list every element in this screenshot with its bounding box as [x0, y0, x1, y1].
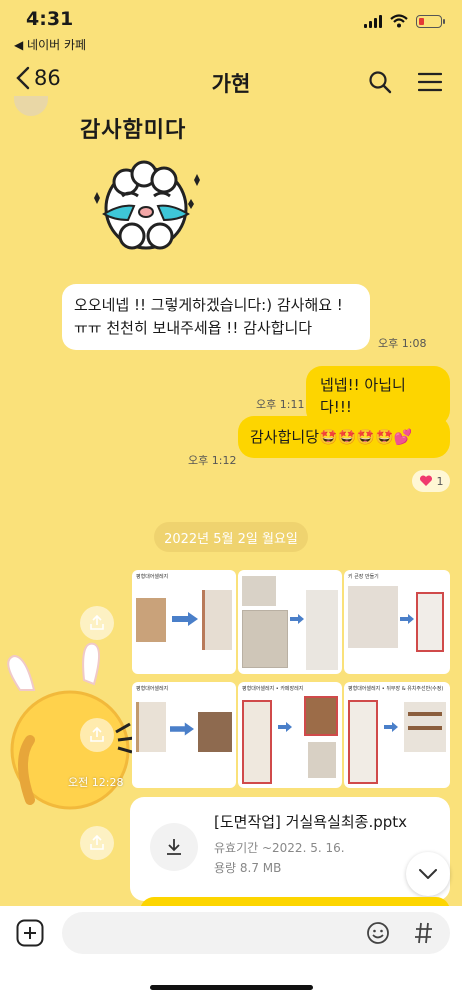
- heart-icon: [419, 475, 432, 486]
- photo-grid: 평형대어셀레지 키 큰장 만들기 평형대어셀레지 평형대어셀레지 • 카페장레지…: [132, 570, 450, 788]
- slide-title: 키 큰장 만들기: [348, 574, 379, 580]
- scroll-to-bottom-button[interactable]: [406, 852, 450, 896]
- slide-title: 평형대어셀레지: [136, 686, 169, 692]
- status-icons: [364, 14, 445, 28]
- reaction-badge[interactable]: 1: [412, 470, 450, 492]
- photo-time: 오전 12:28: [68, 776, 124, 789]
- file-name: [도면작업] 거실욕실최종.pptx: [214, 813, 408, 831]
- slide-title: 평형대어셀레지: [136, 574, 169, 580]
- photo-thumbnail[interactable]: 평형대어셀레지 • 뒤부장 & 유치주선반(수정): [344, 682, 450, 788]
- search-icon[interactable]: [368, 70, 392, 94]
- file-expiry: 유효기간 ~2022. 5. 16.: [214, 841, 345, 855]
- received-line-2: ㅠㅠ 천천히 보내주세욥 !! 감사합니다: [74, 319, 313, 337]
- download-button[interactable]: [150, 823, 198, 871]
- emoji-icon[interactable]: [366, 921, 390, 945]
- avatar[interactable]: [14, 96, 48, 116]
- share-icon: [90, 615, 104, 630]
- status-time: 4:31: [26, 8, 74, 30]
- date-divider: 2022년 5월 2일 월요일: [154, 522, 308, 552]
- photo-thumbnail[interactable]: 평형대어셀레지: [132, 682, 236, 788]
- reaction-count: 1: [436, 474, 444, 488]
- plus-icon[interactable]: [16, 919, 44, 947]
- share-button-2[interactable]: [80, 718, 114, 752]
- received-line-1: 오오네넵 !! 그렇게하겠습니다:) 감사해요 !: [74, 296, 343, 314]
- chat-title: 가현: [211, 72, 251, 96]
- sent-time-2: 오후 1:12: [188, 454, 237, 467]
- wifi-icon: [390, 14, 408, 28]
- share-icon: [90, 727, 104, 742]
- back-to-app-link[interactable]: ◀ 네이버 카페: [14, 36, 86, 53]
- message-input[interactable]: [62, 912, 450, 954]
- received-message[interactable]: 오오네넵 !! 그렇게하겠습니다:) 감사해요 ! ㅠㅠ 천천히 보내주세욥 !…: [62, 284, 370, 350]
- sent-time: 오후 1:11: [256, 398, 305, 411]
- signal-icon: [364, 14, 382, 28]
- share-button-3[interactable]: [80, 826, 114, 860]
- download-icon: [167, 839, 181, 855]
- photo-thumbnail[interactable]: 키 큰장 만들기: [344, 570, 450, 674]
- hash-icon[interactable]: [414, 922, 434, 944]
- photo-thumbnail[interactable]: [238, 570, 342, 674]
- chevron-down-icon: [419, 869, 437, 879]
- battery-icon: [416, 14, 445, 28]
- sent-message-2[interactable]: 감사합니당🤩🤩🤩🤩💕: [238, 416, 450, 458]
- crying-sticker-icon: [94, 160, 200, 250]
- photo-thumbnail[interactable]: 평형대어셀레지 • 카페장레지: [238, 682, 342, 788]
- sticker-caption: 감사함미다: [80, 118, 187, 143]
- share-icon: [90, 835, 104, 850]
- photo-thumbnail[interactable]: 평형대어셀레지: [132, 570, 236, 674]
- file-attachment[interactable]: [도면작업] 거실욕실최종.pptx 유효기간 ~2022. 5. 16. 용량…: [130, 797, 450, 901]
- slide-title: 평형대어셀레지 • 뒤부장 & 유치주선반(수정): [348, 686, 444, 692]
- file-size: 용량 8.7 MB: [214, 861, 282, 875]
- home-indicator: [150, 985, 313, 990]
- received-time: 오후 1:08: [378, 337, 427, 350]
- menu-icon[interactable]: [418, 72, 442, 92]
- slide-title: 평형대어셀레지 • 카페장레지: [242, 686, 304, 692]
- share-button[interactable]: [80, 606, 114, 640]
